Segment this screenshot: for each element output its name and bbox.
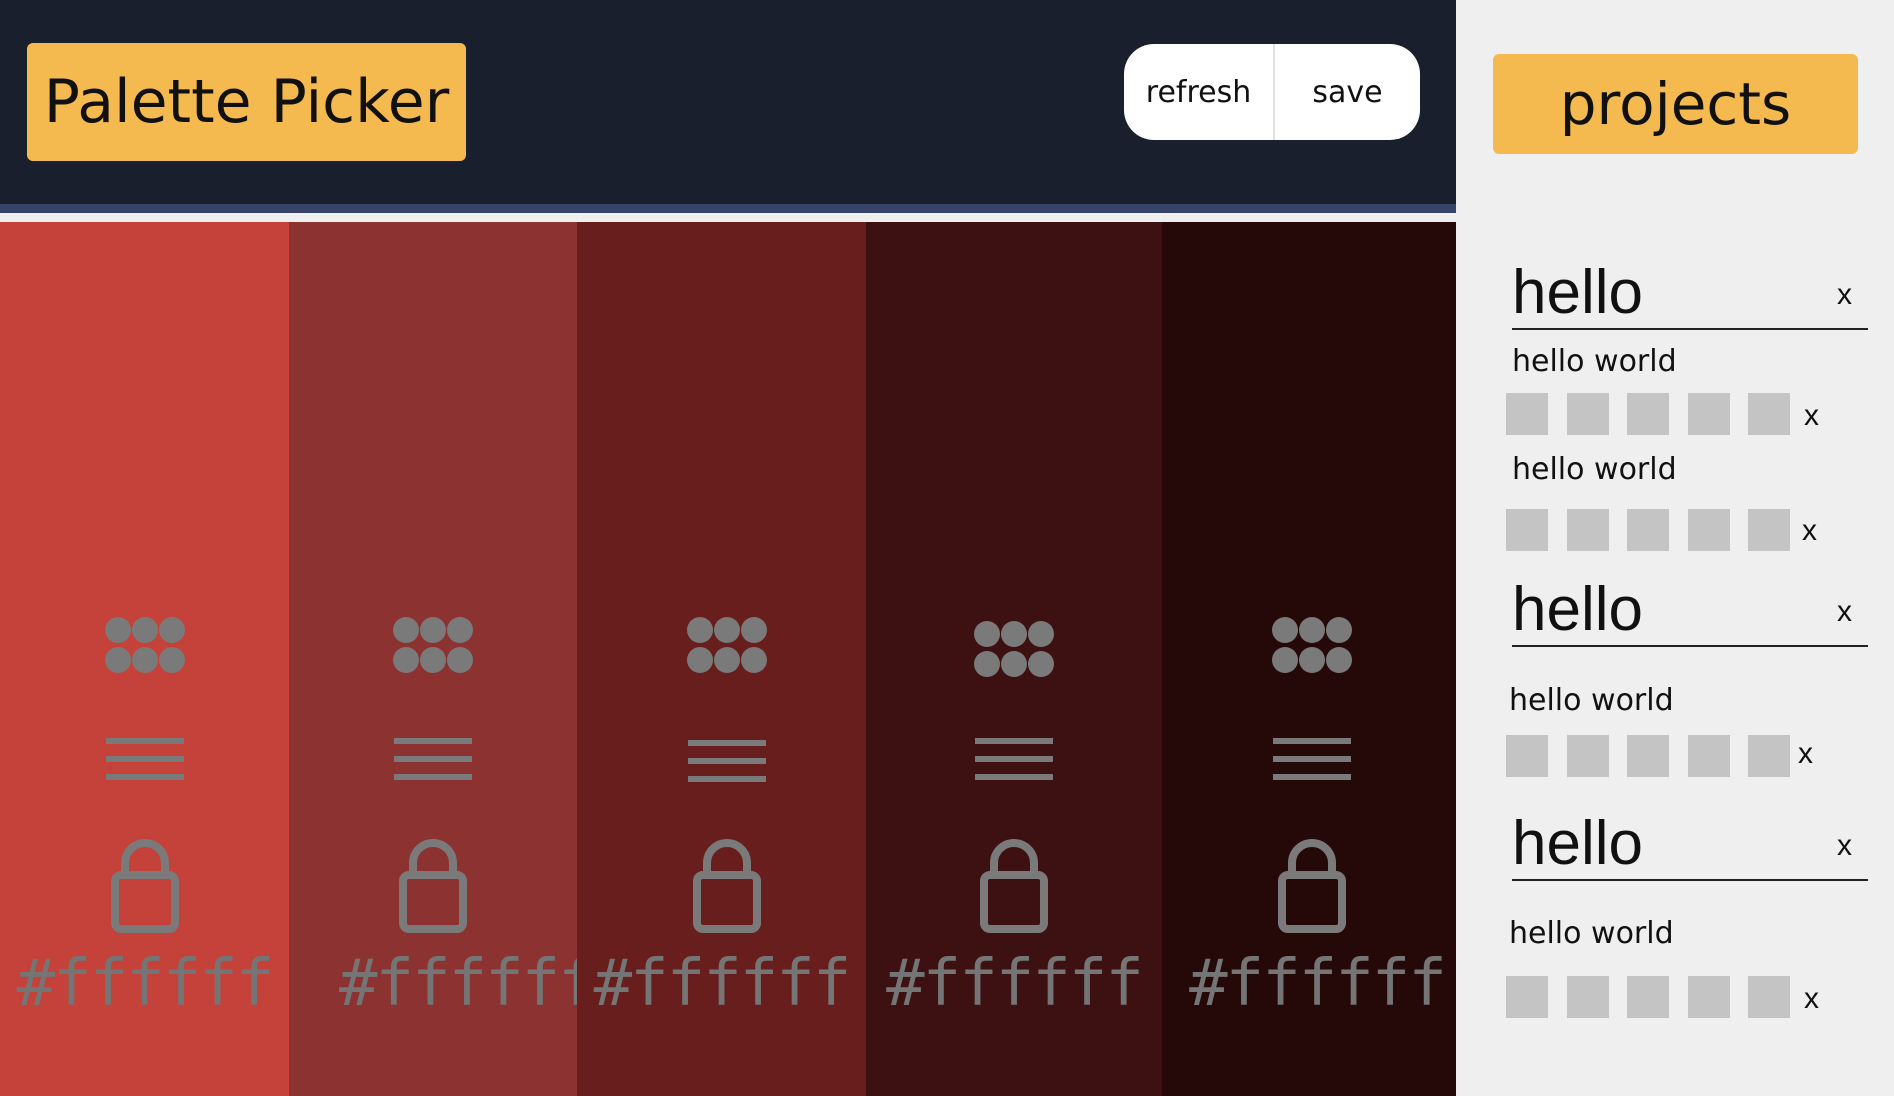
palette-chip [1506,393,1548,435]
save-button[interactable]: save [1275,44,1420,140]
palette-name: hello world [1512,452,1677,487]
palette-chip [1627,735,1669,777]
app-header: Palette Picker refresh save [0,0,1456,213]
delete-project-button[interactable]: x [1837,278,1852,312]
palette-chip [1506,976,1548,1018]
hex-label: #ffffff [1189,947,1447,1021]
project-header: hello x [1512,258,1868,330]
palette-chip [1627,393,1669,435]
palette-chip [1567,393,1609,435]
palette-chip [1567,976,1609,1018]
hex-label: #ffffff [16,947,275,1021]
lock-icon[interactable] [1278,837,1346,933]
palette-name: hello world [1509,916,1674,951]
dots-grip-icon[interactable] [105,617,185,673]
palette-chip [1688,735,1730,777]
lock-icon[interactable] [399,837,467,933]
palette-chip [1627,509,1669,551]
hamburger-menu-icon[interactable] [975,738,1053,780]
delete-project-button[interactable]: x [1837,595,1852,629]
swatch-1[interactable]: #ffffff [0,222,289,1096]
palette-chip [1688,976,1730,1018]
dots-grip-icon[interactable] [687,617,767,673]
refresh-button[interactable]: refresh [1124,44,1275,140]
dots-grip-icon[interactable] [1272,617,1352,673]
swatch-2[interactable]: #ffffff [289,222,597,1096]
hamburger-menu-icon[interactable] [688,740,766,782]
palette-name: hello world [1512,344,1677,379]
hamburger-menu-icon[interactable] [394,738,472,780]
delete-palette-button[interactable]: x [1802,514,1817,548]
delete-project-button[interactable]: x [1837,829,1852,863]
project-title: hello [1512,258,1643,327]
palette-chip [1688,393,1730,435]
hex-label: #ffffff [886,947,1144,1021]
main-area: Palette Picker refresh save #ffffff #fff… [0,0,1456,1096]
lock-icon[interactable] [111,837,179,933]
project-header: hello x [1512,809,1868,881]
palette-chip [1567,735,1609,777]
swatch-row: #ffffff #ffffff #ffffff #ffffff #ffffff [0,222,1456,1096]
lock-icon[interactable] [693,837,761,933]
app-title: Palette Picker [27,43,466,161]
project-title: hello [1512,575,1643,644]
palette-chip [1688,509,1730,551]
palette-chip [1627,976,1669,1018]
swatch-5[interactable]: #ffffff [1162,222,1456,1096]
delete-palette-button[interactable]: x [1804,399,1819,433]
hamburger-menu-icon[interactable] [1273,738,1351,780]
palette-chip [1748,735,1790,777]
projects-button[interactable]: projects [1493,54,1858,154]
palette-chip [1506,509,1548,551]
palette-chip [1748,393,1790,435]
swatch-4[interactable]: #ffffff [866,222,1162,1096]
swatch-3[interactable]: #ffffff [577,222,866,1096]
palette-chip [1567,509,1609,551]
hamburger-menu-icon[interactable] [106,738,184,780]
delete-palette-button[interactable]: x [1804,982,1819,1016]
palette-name: hello world [1509,683,1674,718]
dots-grip-icon[interactable] [393,617,473,673]
action-button-group: refresh save [1124,44,1420,140]
hex-label: #ffffff [593,947,852,1021]
dots-grip-icon[interactable] [974,621,1054,677]
lock-icon[interactable] [980,837,1048,933]
projects-sidebar: projects hello x hello world x hello wor… [1456,0,1894,1096]
palette-chip [1748,976,1790,1018]
delete-palette-button[interactable]: x [1798,737,1813,771]
project-header: hello x [1512,575,1868,647]
palette-chip [1748,509,1790,551]
project-title: hello [1512,809,1643,878]
palette-chip [1506,735,1548,777]
